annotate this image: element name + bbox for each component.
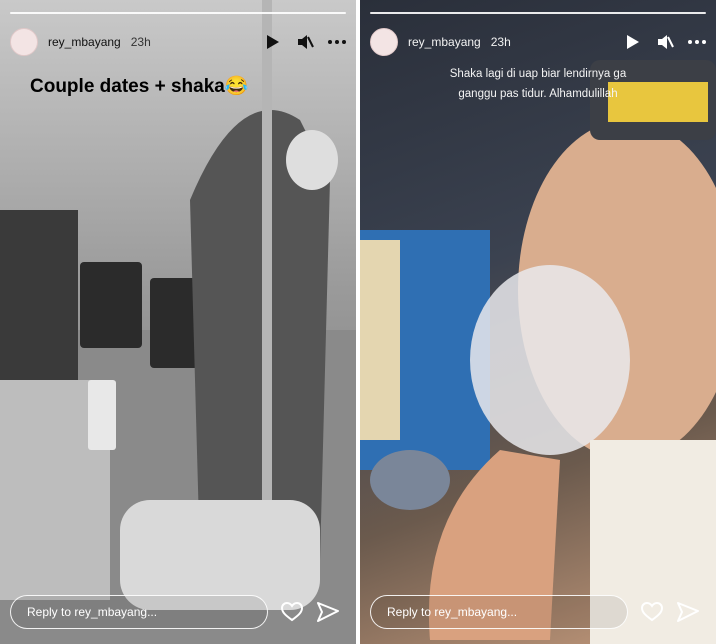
timestamp: 23h — [490, 35, 511, 49]
story-caption: Couple dates + shaka😂 — [30, 76, 249, 97]
more-icon[interactable] — [328, 33, 346, 51]
progress-bar — [10, 12, 346, 14]
username[interactable]: rey_mbayang — [48, 35, 121, 49]
timestamp: 23h — [130, 35, 151, 49]
mute-icon[interactable] — [296, 33, 314, 51]
story-footer: Reply to rey_mbayang... — [10, 594, 346, 630]
username[interactable]: rey_mbayang — [408, 35, 481, 49]
story-header: rey_mbayang 23h — [10, 28, 346, 56]
more-icon[interactable] — [688, 33, 706, 51]
progress-bar — [370, 12, 706, 14]
heart-icon[interactable] — [640, 600, 664, 624]
heart-icon[interactable] — [280, 600, 304, 624]
reply-input[interactable]: Reply to rey_mbayang... — [10, 595, 268, 629]
reply-input[interactable]: Reply to rey_mbayang... — [370, 595, 628, 629]
story-header: rey_mbayang 23h — [370, 28, 706, 56]
story-right[interactable]: rey_mbayang 23h Shaka lagi di uap biar l… — [360, 0, 716, 644]
story-caption: Shaka lagi di uap biar lendirnya ga gang… — [449, 68, 627, 100]
send-icon[interactable] — [676, 600, 700, 624]
story-left[interactable]: rey_mbayang 23h Couple dates + shaka😂 Re… — [0, 0, 356, 644]
avatar[interactable] — [370, 28, 398, 56]
send-icon[interactable] — [316, 600, 340, 624]
story-footer: Reply to rey_mbayang... — [370, 594, 706, 630]
play-icon[interactable] — [264, 33, 282, 51]
play-icon[interactable] — [624, 33, 642, 51]
mute-icon[interactable] — [656, 33, 674, 51]
avatar[interactable] — [10, 28, 38, 56]
